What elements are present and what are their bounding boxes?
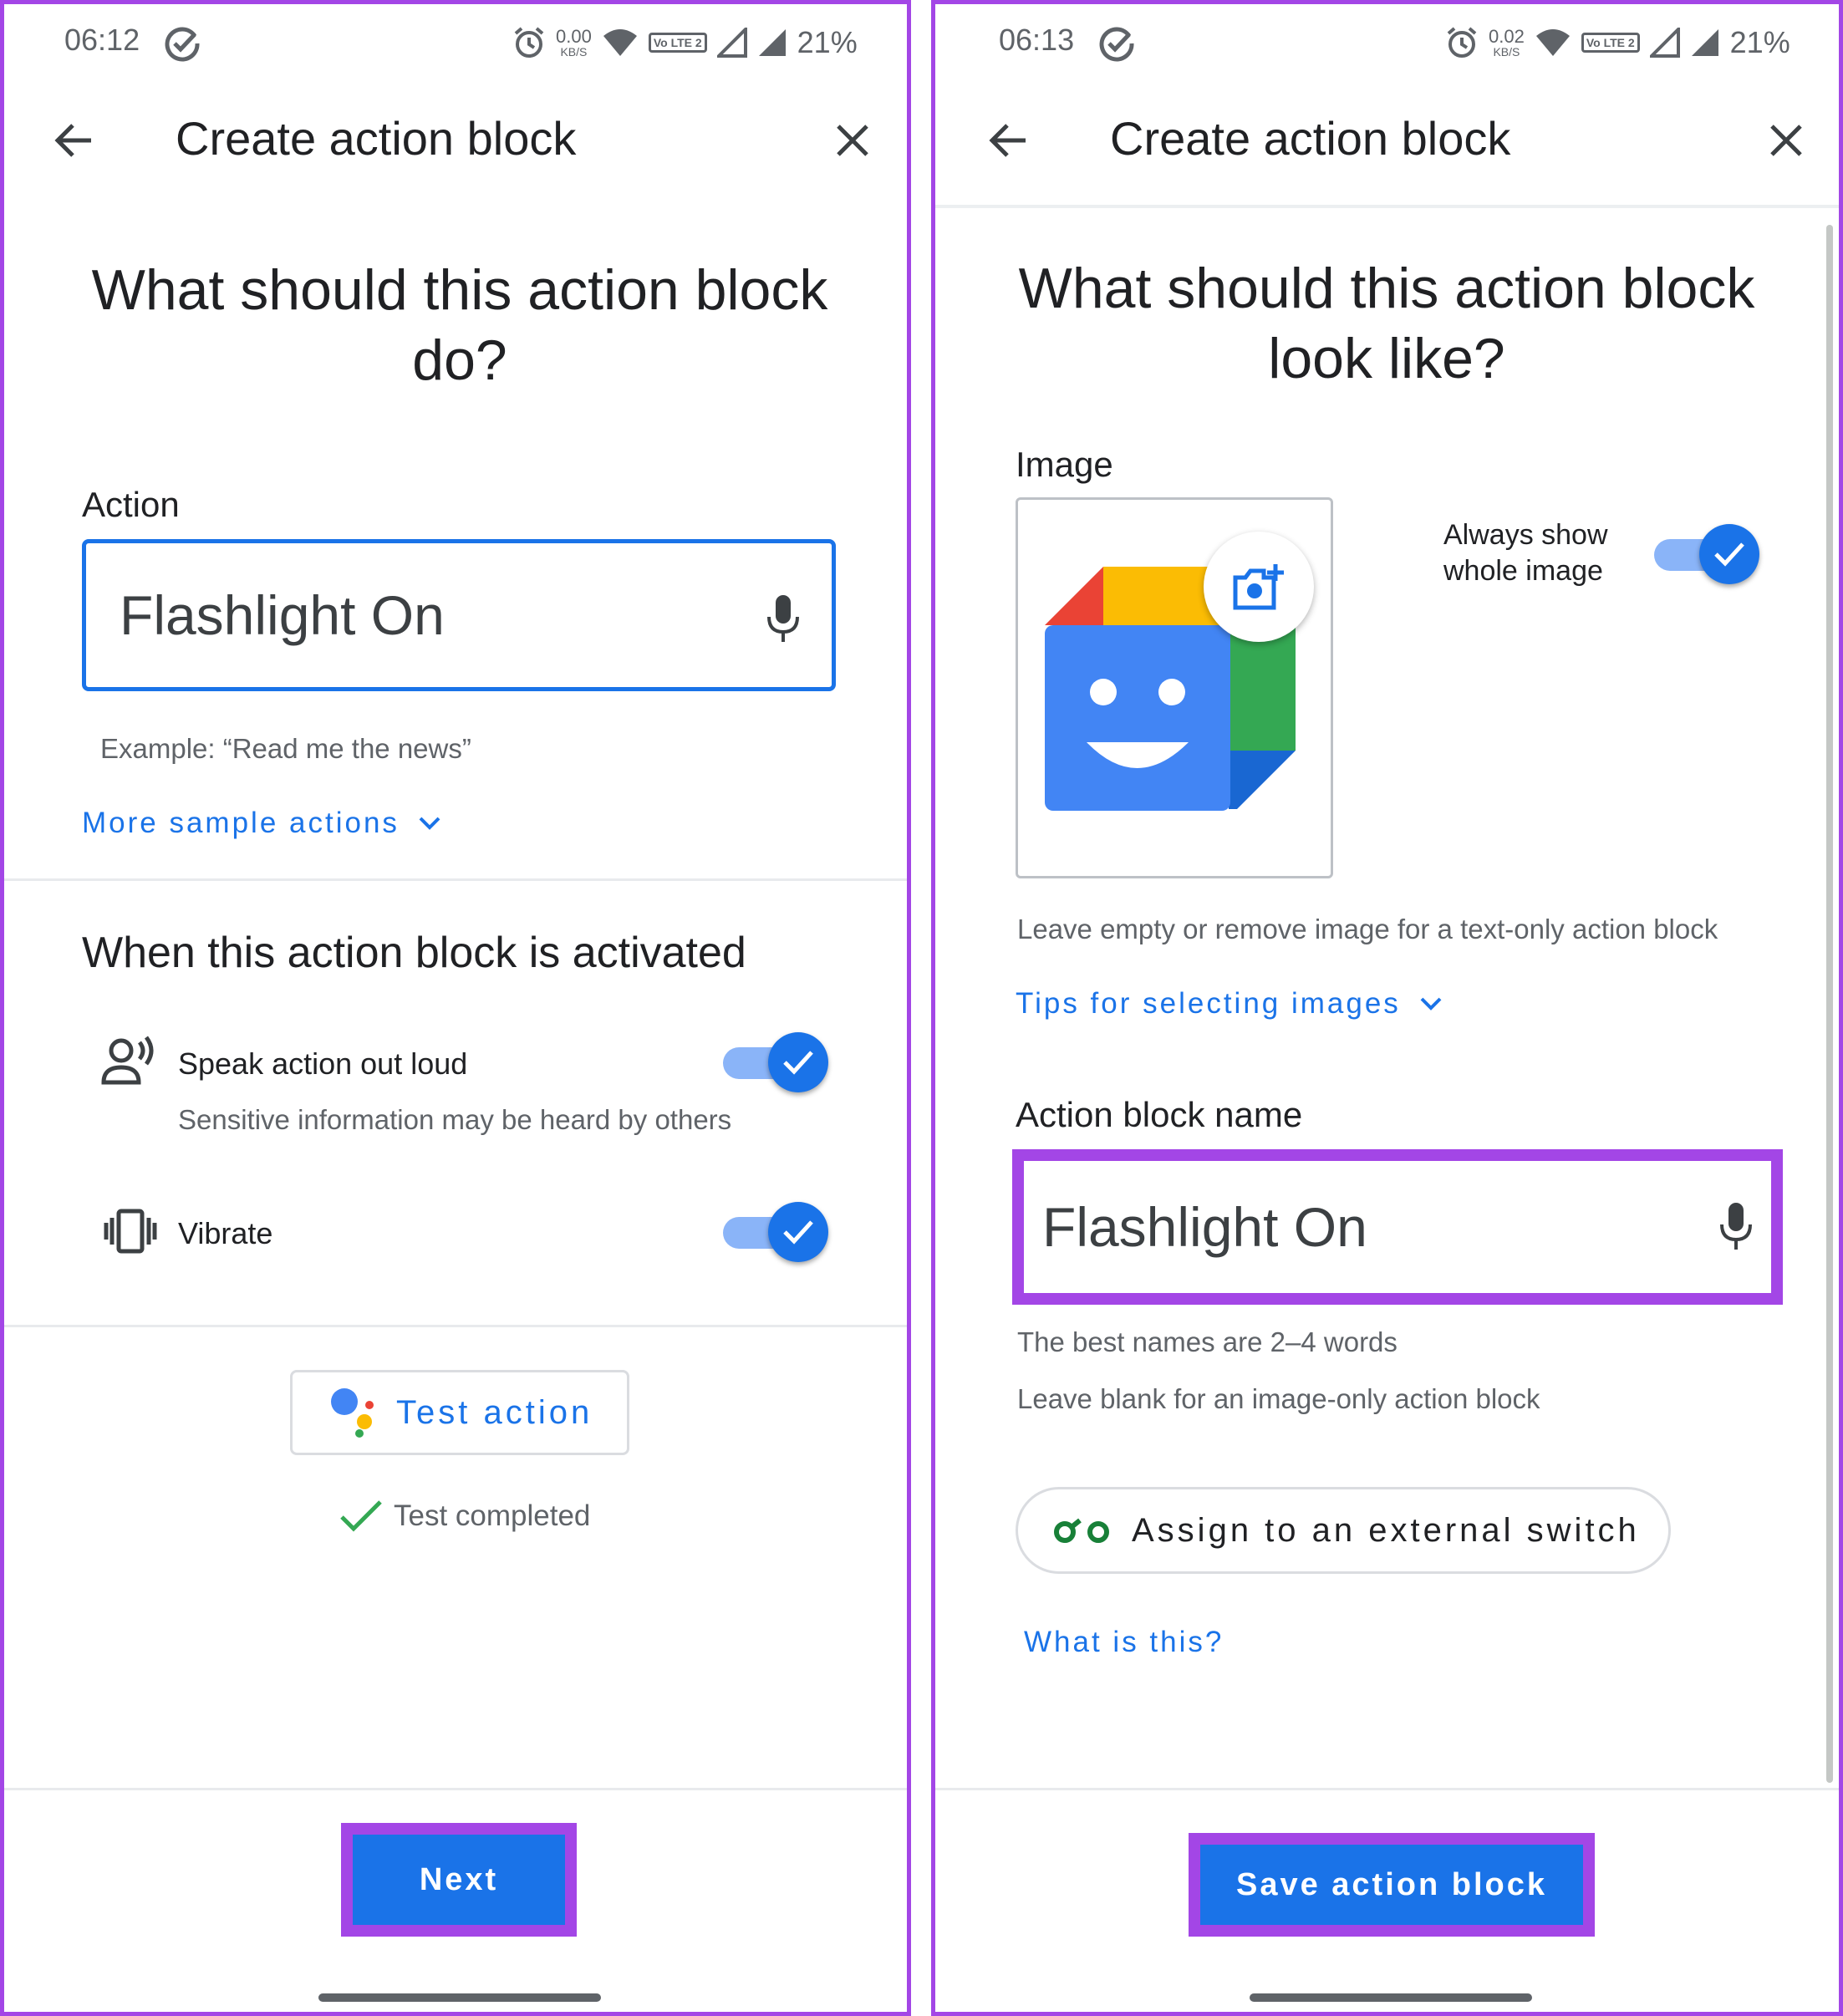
net-speed: 0.02 KB/S <box>1489 26 1525 59</box>
right-screen: 06:13 0.02 KB/S Vo LTE 2 21% Create actio… <box>931 0 1843 2016</box>
divider <box>4 1788 907 1790</box>
activation-title: When this action block is activated <box>82 929 746 977</box>
wifi-icon <box>1535 29 1570 56</box>
volte-icon: Vo LTE 2 <box>1581 33 1640 53</box>
save-button-highlight: Save action block <box>1189 1833 1595 1937</box>
switch-access-icon <box>1054 1518 1109 1543</box>
action-input-value: Flashlight On <box>120 584 445 646</box>
signal-icon-2 <box>758 29 786 56</box>
image-preview[interactable] <box>1016 497 1333 878</box>
net-speed: 0.00 KB/S <box>556 26 592 59</box>
close-icon[interactable] <box>1769 123 1804 158</box>
name-input[interactable]: Flashlight On <box>1024 1161 1771 1293</box>
home-indicator[interactable] <box>1250 1993 1532 2002</box>
name-hint-2: Leave blank for an image-only action blo… <box>1017 1383 1540 1414</box>
assistant-icon <box>331 1388 374 1438</box>
status-icons: 0.00 KB/S Vo LTE 2 21% <box>512 24 858 61</box>
vibrate-label: Vibrate <box>178 1216 273 1250</box>
chevron-down-icon <box>1420 997 1442 1011</box>
volte-icon: Vo LTE 2 <box>648 33 707 53</box>
speak-toggle[interactable] <box>723 1032 828 1092</box>
signal-icon <box>716 28 747 58</box>
close-icon[interactable] <box>835 123 870 158</box>
checkmark-icon <box>340 1500 382 1532</box>
back-arrow-icon[interactable] <box>987 120 1029 161</box>
alarm-icon <box>1447 27 1477 58</box>
add-photo-icon <box>1233 564 1284 610</box>
battery-level: 21% <box>797 25 858 59</box>
header-shadow <box>935 205 1839 208</box>
section-heading: What should this action block look like? <box>1018 257 1755 390</box>
name-label: Action block name <box>1016 1095 1303 1134</box>
name-input-value: Flashlight On <box>1042 1196 1367 1258</box>
test-action-button[interactable]: Test action <box>290 1370 629 1455</box>
battery-level: 21% <box>1729 25 1790 59</box>
scrollbar[interactable] <box>1826 225 1833 1783</box>
tips-label: Tips for selecting images <box>1016 987 1401 1020</box>
wifi-icon <box>603 29 637 56</box>
image-helper: Leave empty or remove image for a text-o… <box>1017 914 1718 944</box>
home-indicator[interactable] <box>318 1993 601 2002</box>
assign-switch-button[interactable]: Assign to an external switch <box>1016 1487 1671 1574</box>
speak-sublabel: Sensitive information may be heard by ot… <box>178 1104 732 1135</box>
next-button-highlight: Next <box>341 1823 577 1937</box>
divider <box>4 1325 907 1327</box>
status-time: 06:13 <box>999 23 1075 57</box>
status-icons: 0.02 KB/S Vo LTE 2 21% <box>1445 24 1790 61</box>
vibrate-toggle[interactable] <box>723 1202 828 1262</box>
assign-switch-label: Assign to an external switch <box>1132 1511 1640 1549</box>
always-show-toggle[interactable] <box>1654 524 1759 584</box>
name-hint-1: The best names are 2–4 words <box>1017 1326 1398 1357</box>
divider <box>935 1788 1839 1790</box>
mic-icon[interactable] <box>766 593 800 644</box>
check-icon <box>783 1220 813 1245</box>
section-heading: What should this action block do? <box>91 258 828 392</box>
image-label: Image <box>1016 445 1113 484</box>
what-is-this-link[interactable]: What is this? <box>1024 1626 1224 1659</box>
left-screen: 06:12 0.00 KB/S Vo LTE 2 21% Create actio… <box>0 0 911 2016</box>
test-action-label: Test action <box>396 1393 593 1431</box>
divider <box>4 878 907 881</box>
action-input[interactable]: Flashlight On <box>82 539 836 691</box>
save-action-block-button[interactable]: Save action block <box>1200 1845 1583 1925</box>
alarm-icon <box>514 27 544 58</box>
speak-label: Speak action out loud <box>178 1046 468 1081</box>
vibrate-icon <box>104 1209 157 1254</box>
speak-icon <box>101 1036 154 1085</box>
mic-icon[interactable] <box>1719 1201 1753 1251</box>
action-example: Example: “Read me the news” <box>100 733 471 764</box>
check-circle-icon <box>1099 27 1134 62</box>
back-arrow-icon[interactable] <box>53 120 94 161</box>
page-title: Create action block <box>1110 112 1511 165</box>
chevron-down-icon <box>419 817 440 830</box>
action-label: Action <box>82 485 180 524</box>
test-status: Test completed <box>339 1499 590 1534</box>
name-input-highlight: Flashlight On <box>1012 1149 1783 1305</box>
tips-selecting-images-link[interactable]: Tips for selecting images <box>1016 987 1443 1021</box>
check-circle-icon <box>165 27 200 62</box>
test-status-label: Test completed <box>394 1499 591 1532</box>
more-sample-actions-link[interactable]: More sample actions <box>82 807 441 840</box>
signal-icon-2 <box>1691 29 1718 56</box>
always-show-label: Always show whole image <box>1443 519 1608 587</box>
status-time: 06:12 <box>64 23 140 57</box>
check-icon <box>1714 542 1744 567</box>
next-button[interactable]: Next <box>353 1835 565 1925</box>
more-sample-actions-label: More sample actions <box>82 807 400 839</box>
change-image-button[interactable] <box>1204 532 1314 642</box>
signal-icon <box>1649 28 1680 58</box>
check-icon <box>783 1051 813 1075</box>
page-title: Create action block <box>176 112 577 165</box>
